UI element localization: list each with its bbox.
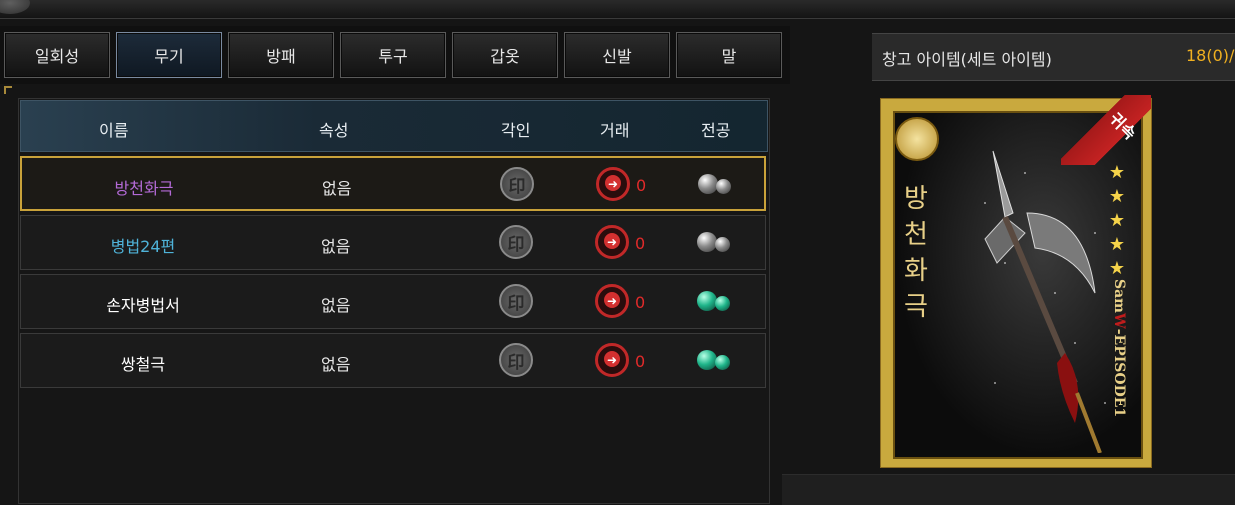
merit-orb-icon xyxy=(697,350,739,374)
column-trade: 거래 xyxy=(600,121,630,140)
trade-arrow-icon[interactable]: ➜ xyxy=(595,343,629,377)
item-row[interactable]: 손자병법서 없음 印 ➜ 0 xyxy=(20,274,766,329)
column-merit: 전공 xyxy=(701,121,731,140)
star-rating: ★ ★ ★ ★ ★ xyxy=(1105,161,1129,281)
trade-arrow-icon[interactable]: ➜ xyxy=(596,167,630,201)
trade-arrow-icon[interactable]: ➜ xyxy=(595,284,629,318)
item-name: 손자병법서 xyxy=(106,296,180,315)
item-name: 쌍철극 xyxy=(120,355,166,374)
merit-orb-icon xyxy=(697,291,739,315)
item-name: 병법24편 xyxy=(110,237,176,256)
detail-panel xyxy=(782,474,1235,505)
card-frame: 방천화극 ★ ★ ★ ★ ★ SamW-EPISODE1 귀속 xyxy=(880,95,1152,468)
tab-weapon[interactable]: 무기 xyxy=(116,32,222,78)
item-attribute: 없음 xyxy=(322,179,352,198)
list-header: 이름 속성 각인 거래 전공 xyxy=(20,100,768,152)
item-attribute: 없음 xyxy=(321,355,351,374)
item-row[interactable]: 방천화극 없음 印 ➜ 0 xyxy=(20,156,766,211)
column-engrave: 각인 xyxy=(501,121,531,140)
tab-shoes[interactable]: 신발 xyxy=(564,32,670,78)
engrave-seal-icon[interactable]: 印 xyxy=(499,225,533,259)
tab-shield[interactable]: 방패 xyxy=(228,32,334,78)
storage-title: 창고 아이템(세트 아이템) xyxy=(882,50,1052,69)
star-icon: ★ xyxy=(1108,210,1126,231)
item-row[interactable]: 병법24편 없음 印 ➜ 0 xyxy=(20,215,766,270)
merit-orb-icon xyxy=(697,232,739,256)
item-attribute: 없음 xyxy=(321,296,351,315)
item-name: 방천화극 xyxy=(114,179,174,198)
storage-header: 창고 아이템(세트 아이템) 18(0)/ xyxy=(872,33,1235,81)
star-icon: ★ xyxy=(1108,234,1126,255)
halberd-artwork xyxy=(984,150,1106,453)
tab-armor[interactable]: 갑옷 xyxy=(452,32,558,78)
engrave-seal-icon[interactable]: 印 xyxy=(499,343,533,377)
trade-count: 0 xyxy=(635,293,646,312)
episode-label: SamW-EPISODE1 xyxy=(1111,279,1127,418)
emblem-icon xyxy=(895,117,939,161)
trade-count: 0 xyxy=(635,352,646,371)
column-attribute: 속성 xyxy=(319,121,349,140)
corner-ornament xyxy=(4,86,12,94)
top-frame xyxy=(0,0,1235,19)
storage-count: 18(0)/ xyxy=(1186,46,1235,65)
card-vertical-title: 방천화극 xyxy=(904,184,928,322)
tab-consumable[interactable]: 일회성 xyxy=(4,32,110,78)
star-icon: ★ xyxy=(1108,186,1126,207)
item-card: 방천화극 ★ ★ ★ ★ ★ SamW-EPISODE1 귀속 xyxy=(872,95,1160,468)
engrave-seal-icon[interactable]: 印 xyxy=(499,284,533,318)
trade-count: 0 xyxy=(635,234,646,253)
column-name: 이름 xyxy=(99,121,129,140)
item-attribute: 없음 xyxy=(321,237,351,256)
trade-arrow-icon[interactable]: ➜ xyxy=(595,225,629,259)
item-row[interactable]: 쌍철극 없음 印 ➜ 0 xyxy=(20,333,766,388)
tab-helmet[interactable]: 투구 xyxy=(340,32,446,78)
tab-horse[interactable]: 말 xyxy=(676,32,782,78)
merit-orb-icon xyxy=(698,174,740,198)
engrave-seal-icon[interactable]: 印 xyxy=(500,167,534,201)
trade-count: 0 xyxy=(636,176,647,195)
frame-ornament xyxy=(0,0,30,14)
star-icon: ★ xyxy=(1108,258,1126,279)
